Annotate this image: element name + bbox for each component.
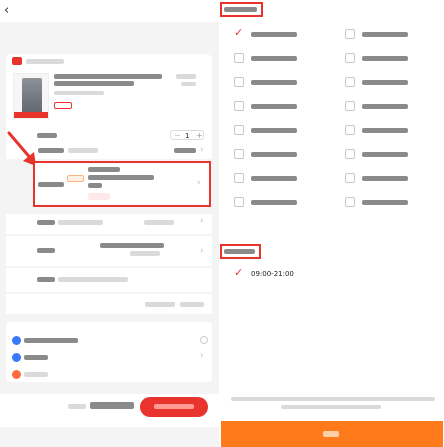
date-option[interactable]	[345, 100, 435, 114]
date-option[interactable]	[234, 52, 324, 66]
chevron-right-icon: ›	[200, 145, 204, 155]
date-option[interactable]	[234, 76, 324, 90]
date-option-radio[interactable]	[234, 149, 244, 159]
notice-text	[219, 392, 444, 416]
date-option-radio[interactable]	[345, 125, 355, 135]
date-option-radio[interactable]	[234, 77, 244, 87]
install-badge	[88, 193, 110, 200]
date-option-radio[interactable]	[345, 53, 355, 63]
chevron-right-icon: ›	[197, 178, 201, 188]
date-option[interactable]	[234, 100, 324, 114]
date-options	[219, 24, 444, 224]
back-button[interactable]: ‹	[4, 3, 9, 18]
date-option-radio[interactable]	[234, 101, 244, 111]
install-tag	[67, 175, 84, 182]
date-option[interactable]	[345, 172, 435, 186]
time-option[interactable]: 09:00-21:00	[234, 266, 334, 282]
chevron-right-icon: ›	[200, 246, 204, 256]
date-option-radio[interactable]	[234, 53, 244, 63]
app-header: ‹	[0, 0, 219, 22]
quantity-value: 1	[185, 132, 190, 140]
date-option-radio[interactable]	[345, 77, 355, 87]
date-option-radio[interactable]	[234, 173, 244, 183]
date-option-radio[interactable]	[234, 197, 244, 207]
date-option[interactable]	[234, 196, 324, 210]
date-option[interactable]	[234, 172, 324, 186]
date-option-radio[interactable]	[345, 29, 355, 39]
date-option[interactable]	[345, 196, 435, 210]
date-option[interactable]	[234, 26, 324, 42]
date-option-radio[interactable]	[345, 173, 355, 183]
date-option-radio[interactable]	[345, 101, 355, 111]
order-page: ‹ − 1 + › › › › ›	[0, 0, 219, 447]
date-option[interactable]	[345, 124, 435, 138]
date-option[interactable]	[345, 52, 435, 66]
date-option-radio[interactable]	[234, 125, 244, 135]
date-option-radio[interactable]	[345, 197, 355, 207]
store-icon	[12, 57, 22, 65]
quantity-stepper[interactable]: − 1 +	[170, 130, 204, 140]
date-option-radio[interactable]	[234, 26, 244, 39]
chevron-left-icon: ‹	[4, 3, 10, 18]
option-icon	[12, 353, 21, 362]
chevron-right-icon: ›	[200, 351, 204, 361]
time-option-label: 09:00-21:00	[251, 270, 294, 278]
date-time-panel: 09:00-21:00	[219, 0, 444, 447]
date-option[interactable]	[345, 76, 435, 90]
chevron-right-icon: ›	[200, 216, 204, 226]
decrease-button[interactable]: −	[174, 131, 181, 140]
date-option[interactable]	[345, 28, 435, 42]
product-image[interactable]	[13, 73, 49, 119]
option-icon	[12, 370, 21, 379]
product-tag	[54, 102, 72, 109]
date-option[interactable]	[234, 124, 324, 138]
date-option[interactable]	[234, 148, 324, 162]
time-option-radio[interactable]	[234, 266, 244, 279]
date-option[interactable]	[345, 148, 435, 162]
increase-button[interactable]: +	[196, 131, 203, 140]
option-icon	[12, 336, 21, 345]
date-option-radio[interactable]	[345, 149, 355, 159]
option-radio[interactable]	[200, 336, 208, 344]
